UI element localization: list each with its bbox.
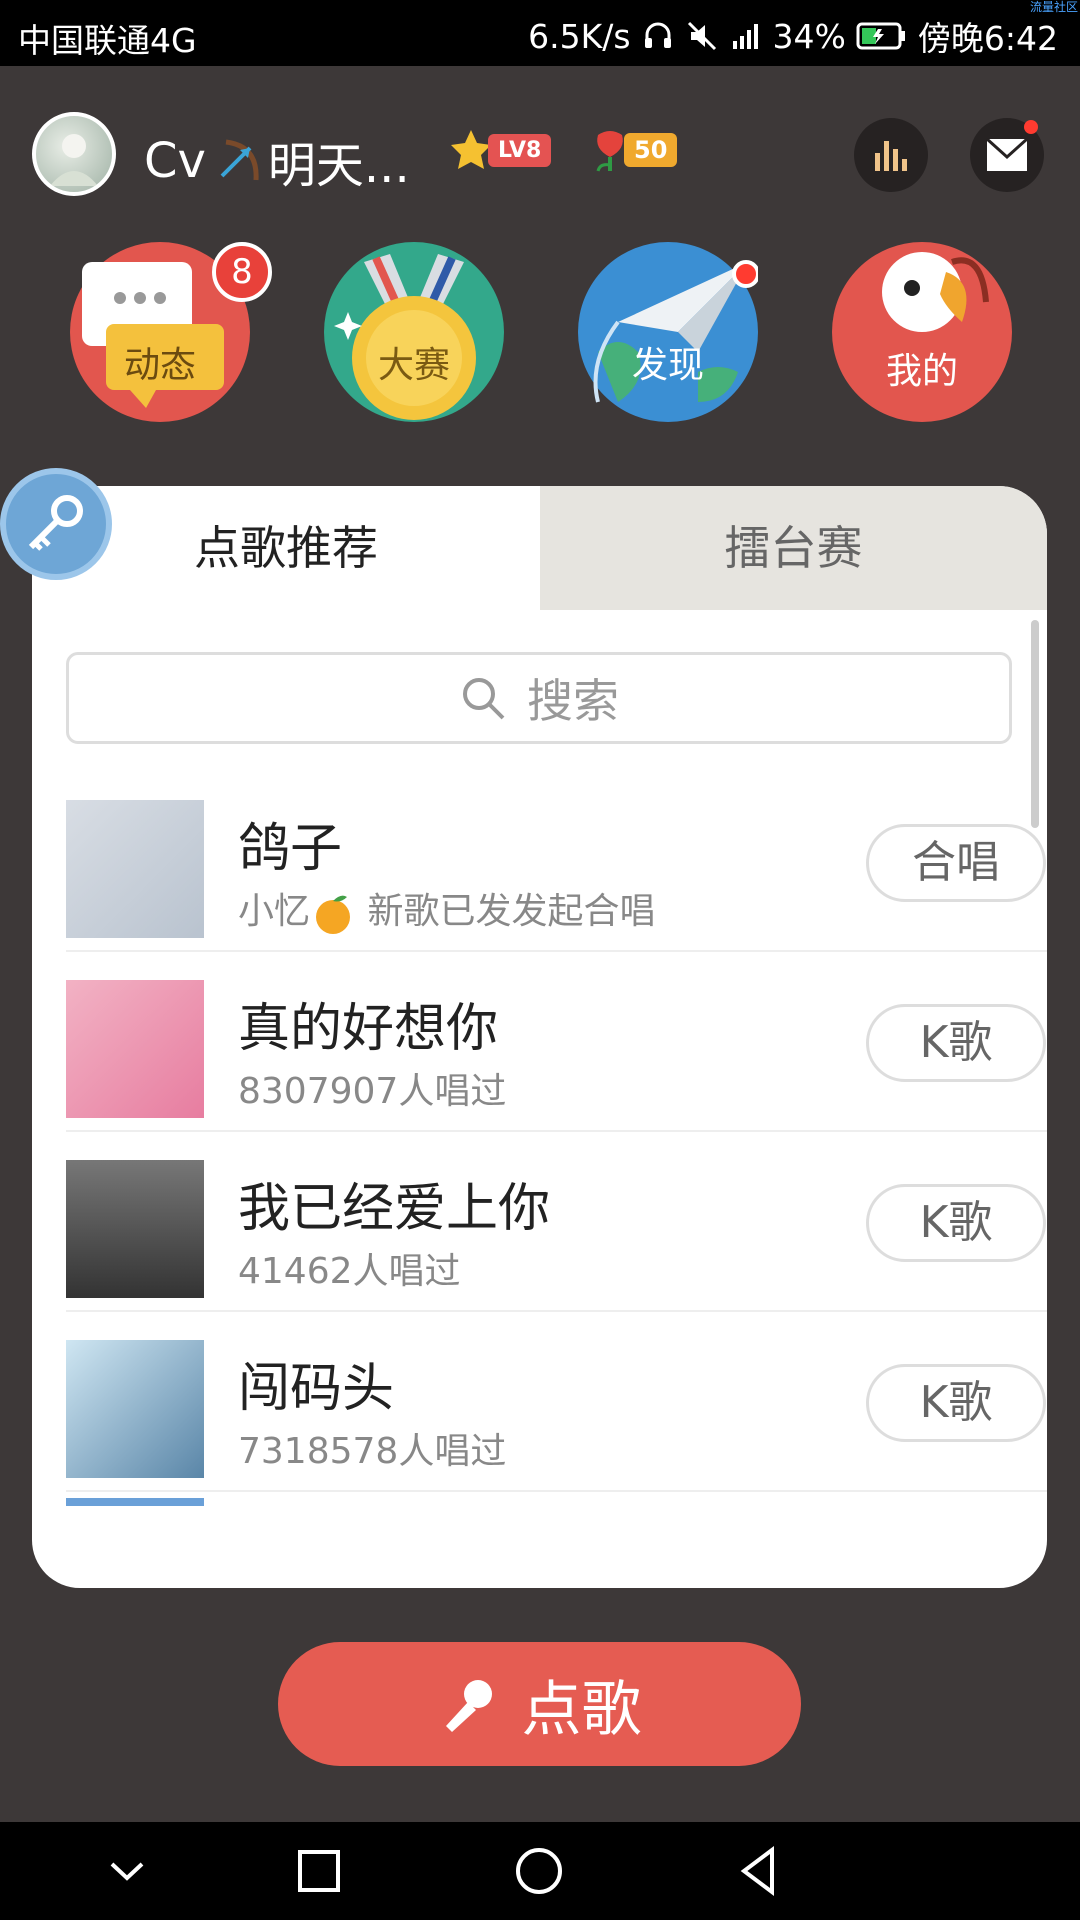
song-subtitle: 8307907人唱过 — [238, 1071, 507, 1112]
key-button[interactable] — [0, 468, 112, 580]
username-text: Cv — [144, 133, 206, 189]
flower-badge[interactable]: 50 — [588, 128, 678, 172]
nav-feed-label: 动态 — [123, 345, 196, 386]
nav-me[interactable]: 我的 — [832, 242, 1012, 422]
avatar[interactable] — [32, 112, 116, 196]
network-speed: 6.5K/s — [528, 16, 631, 56]
song-row[interactable]: 真的好想你 8307907人唱过 K歌 — [66, 952, 1047, 1132]
recents-icon[interactable] — [292, 1844, 346, 1898]
song-row[interactable]: 闯码头 7318578人唱过 K歌 — [66, 1312, 1047, 1492]
orange-icon — [316, 895, 351, 934]
song-subtitle: 41462人唱过 — [238, 1251, 461, 1292]
song-row[interactable]: 鸽子 小忆 新歌已发发起合唱 合唱 — [66, 772, 1047, 952]
level-text: LV8 — [488, 133, 552, 167]
paper-plane-globe-icon — [593, 260, 760, 403]
album-cover — [66, 1340, 204, 1478]
search-placeholder: 搜索 — [527, 674, 619, 728]
karaoke-button[interactable]: K歌 — [866, 1004, 1046, 1082]
level-badge[interactable]: LV8 — [448, 128, 552, 172]
watermark: 流量社区 — [1029, 0, 1078, 14]
signal-icon — [732, 24, 758, 49]
battery-icon — [856, 22, 905, 50]
feed-count-badge: 8 — [212, 242, 272, 302]
nav-contest[interactable]: 大赛 — [324, 242, 504, 422]
nav-me-label: 我的 — [885, 351, 958, 392]
nav-discover-label: 发现 — [631, 345, 704, 386]
order-song-label: 点歌 — [521, 1674, 642, 1745]
carrier-label: 中国联通4G — [18, 21, 197, 60]
song-title: 真的好想你 — [238, 999, 499, 1059]
tab-arena[interactable]: 擂台赛 — [540, 486, 1047, 610]
clock: 傍晚6:42 — [917, 19, 1058, 58]
status-right: 6.5K/s 34% 傍晚6:42 — [528, 12, 1058, 60]
messages-button[interactable] — [970, 118, 1044, 192]
song-row[interactable]: 我已经爱上你 41462人唱过 K歌 — [66, 1132, 1047, 1312]
headphones-icon — [644, 22, 671, 48]
tab-bar: 点歌推荐 擂台赛 — [32, 486, 1047, 610]
battery-percent: 34% — [772, 16, 846, 56]
chorus-button[interactable]: 合唱 — [866, 824, 1046, 902]
username[interactable]: Cv 明天... — [144, 126, 410, 196]
chevron-down-icon[interactable] — [100, 1844, 154, 1898]
avatar-image-icon — [50, 134, 98, 186]
medal-icon — [334, 254, 476, 420]
username-suffix: 明天... — [267, 138, 410, 194]
singer-name: 小忆 — [238, 891, 311, 932]
song-title: 鸽子 — [238, 819, 343, 879]
karaoke-button[interactable]: K歌 — [866, 1364, 1046, 1442]
search-icon — [463, 678, 505, 720]
song-title: 闯码头 — [238, 1359, 395, 1419]
back-icon[interactable] — [732, 1844, 786, 1898]
karaoke-button[interactable]: K歌 — [866, 1184, 1046, 1262]
system-nav-bar — [0, 1822, 1080, 1920]
home-icon[interactable] — [512, 1844, 566, 1898]
album-cover — [66, 800, 204, 938]
song-title: 我已经爱上你 — [238, 1179, 551, 1239]
nav-contest-label: 大赛 — [377, 345, 450, 386]
song-card: 点歌推荐 擂台赛 搜索 鸽子 小忆 新歌已发发起合唱 合唱 真的好想你 8307… — [32, 486, 1047, 1588]
flower-count: 50 — [624, 133, 678, 167]
parrot-icon — [882, 252, 989, 332]
song-subtitle: 7318578人唱过 — [238, 1431, 507, 1472]
album-cover — [66, 980, 204, 1118]
stats-button[interactable] — [854, 118, 928, 192]
stats-icon — [875, 141, 907, 171]
album-cover-partial — [66, 1498, 204, 1506]
album-cover — [66, 1160, 204, 1298]
order-song-button[interactable]: 点歌 — [278, 1642, 801, 1766]
mail-icon — [985, 137, 1029, 171]
search-input[interactable]: 搜索 — [66, 652, 1012, 744]
mute-icon — [687, 21, 716, 51]
chorus-note: 新歌已发发起合唱 — [367, 891, 656, 932]
profile-header: Cv 明天... LV8 50 动态 8 大赛 发现 我的 — [0, 66, 1080, 486]
nav-discover[interactable]: 发现 — [578, 242, 760, 422]
key-icon — [28, 495, 83, 551]
bow-arrow-icon — [220, 139, 259, 181]
unread-dot — [1024, 120, 1038, 134]
song-subtitle: 小忆 新歌已发发起合唱 — [238, 882, 655, 935]
microphone-icon — [445, 1680, 492, 1732]
status-bar: 中国联通4G 6.5K/s 34% 傍晚6:42 流量社区 — [0, 0, 1080, 66]
